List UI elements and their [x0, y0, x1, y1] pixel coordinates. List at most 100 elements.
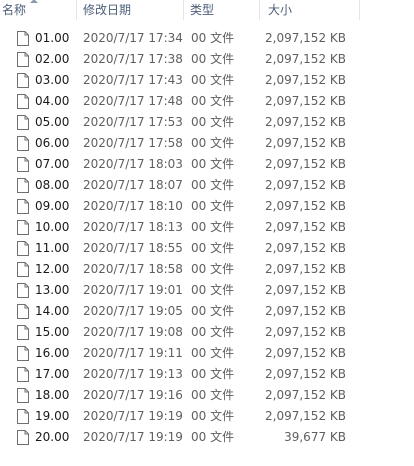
file-row[interactable]: 05.00 2020/7/17 17:53 00 文件 2,097,152 KB — [0, 112, 414, 133]
file-size: 2,097,152 KB — [265, 52, 346, 66]
file-icon — [17, 136, 29, 151]
file-row[interactable]: 20.00 2020/7/17 19:19 00 文件 39,677 KB — [0, 427, 414, 448]
file-size: 2,097,152 KB — [265, 178, 346, 192]
file-type: 00 文件 — [191, 178, 235, 192]
column-header-date[interactable]: 修改日期 — [77, 0, 184, 20]
file-row[interactable]: 08.00 2020/7/17 18:07 00 文件 2,097,152 KB — [0, 175, 414, 196]
column-header-type-label: 类型 — [190, 3, 215, 17]
file-name: 06.00 — [35, 136, 70, 150]
file-modified-date: 2020/7/17 18:58 — [83, 262, 183, 276]
file-type: 00 文件 — [191, 31, 235, 45]
file-size: 2,097,152 KB — [265, 367, 346, 381]
file-row[interactable]: 12.00 2020/7/17 18:58 00 文件 2,097,152 KB — [0, 259, 414, 280]
file-icon — [17, 241, 29, 256]
column-header-date-label: 修改日期 — [83, 3, 132, 17]
file-size: 2,097,152 KB — [265, 346, 346, 360]
file-type: 00 文件 — [191, 346, 235, 360]
file-name: 15.00 — [35, 325, 70, 339]
file-size: 2,097,152 KB — [265, 94, 346, 108]
file-row[interactable]: 15.00 2020/7/17 19:08 00 文件 2,097,152 KB — [0, 322, 414, 343]
file-size: 2,097,152 KB — [265, 220, 346, 234]
file-modified-date: 2020/7/17 18:10 — [83, 199, 183, 213]
file-type: 00 文件 — [191, 409, 235, 423]
file-type: 00 文件 — [191, 241, 235, 255]
file-icon — [17, 94, 29, 109]
file-icon — [17, 157, 29, 172]
file-type: 00 文件 — [191, 367, 235, 381]
file-icon — [17, 367, 29, 382]
file-row[interactable]: 03.00 2020/7/17 17:43 00 文件 2,097,152 KB — [0, 70, 414, 91]
file-modified-date: 2020/7/17 19:19 — [83, 430, 183, 444]
file-row[interactable]: 19.00 2020/7/17 19:19 00 文件 2,097,152 KB — [0, 406, 414, 427]
file-row[interactable]: 16.00 2020/7/17 19:11 00 文件 2,097,152 KB — [0, 343, 414, 364]
column-header-type[interactable]: 类型 — [184, 0, 260, 20]
file-name: 20.00 — [35, 430, 70, 444]
file-row[interactable]: 10.00 2020/7/17 18:13 00 文件 2,097,152 KB — [0, 217, 414, 238]
file-type: 00 文件 — [191, 220, 235, 234]
column-header-size[interactable]: 大小 — [260, 0, 360, 20]
file-type: 00 文件 — [191, 52, 235, 66]
file-type: 00 文件 — [191, 262, 235, 276]
file-size: 2,097,152 KB — [265, 409, 346, 423]
file-row[interactable]: 11.00 2020/7/17 18:55 00 文件 2,097,152 KB — [0, 238, 414, 259]
file-modified-date: 2020/7/17 18:03 — [83, 157, 183, 171]
file-type: 00 文件 — [191, 94, 235, 108]
file-name: 01.00 — [35, 31, 70, 45]
column-header-row: 名称 修改日期 类型 大小 — [0, 0, 414, 20]
file-name: 02.00 — [35, 52, 70, 66]
file-name: 03.00 — [35, 73, 70, 87]
file-size: 39,677 KB — [284, 430, 346, 444]
file-type: 00 文件 — [191, 325, 235, 339]
file-name: 04.00 — [35, 94, 70, 108]
file-size: 2,097,152 KB — [265, 325, 346, 339]
file-row[interactable]: 13.00 2020/7/17 19:01 00 文件 2,097,152 KB — [0, 280, 414, 301]
file-modified-date: 2020/7/17 19:16 — [83, 388, 183, 402]
file-modified-date: 2020/7/17 17:38 — [83, 52, 183, 66]
file-row[interactable]: 14.00 2020/7/17 19:05 00 文件 2,097,152 KB — [0, 301, 414, 322]
file-type: 00 文件 — [191, 388, 235, 402]
file-name: 16.00 — [35, 346, 70, 360]
file-modified-date: 2020/7/17 19:05 — [83, 304, 183, 318]
file-modified-date: 2020/7/17 17:48 — [83, 94, 183, 108]
file-row[interactable]: 02.00 2020/7/17 17:38 00 文件 2,097,152 KB — [0, 49, 414, 70]
file-name: 18.00 — [35, 388, 70, 402]
file-modified-date: 2020/7/17 19:13 — [83, 367, 183, 381]
file-modified-date: 2020/7/17 18:07 — [83, 178, 183, 192]
file-icon — [17, 430, 29, 445]
file-modified-date: 2020/7/17 17:53 — [83, 115, 183, 129]
file-name: 13.00 — [35, 283, 70, 297]
file-row[interactable]: 01.00 2020/7/17 17:34 00 文件 2,097,152 KB — [0, 28, 414, 49]
column-header-name[interactable]: 名称 — [0, 0, 77, 20]
file-icon — [17, 346, 29, 361]
file-icon — [17, 325, 29, 340]
sort-ascending-icon — [30, 0, 38, 3]
file-row[interactable]: 17.00 2020/7/17 19:13 00 文件 2,097,152 KB — [0, 364, 414, 385]
file-modified-date: 2020/7/17 18:13 — [83, 220, 183, 234]
file-explorer-details-view: 名称 修改日期 类型 大小 01.00 2020/7/17 17:34 00 文件 2… — [0, 0, 414, 466]
file-size: 2,097,152 KB — [265, 73, 346, 87]
file-size: 2,097,152 KB — [265, 115, 346, 129]
file-type: 00 文件 — [191, 430, 235, 444]
file-modified-date: 2020/7/17 19:11 — [83, 346, 183, 360]
file-name: 12.00 — [35, 262, 70, 276]
file-row[interactable]: 09.00 2020/7/17 18:10 00 文件 2,097,152 KB — [0, 196, 414, 217]
file-type: 00 文件 — [191, 136, 235, 150]
file-row[interactable]: 07.00 2020/7/17 18:03 00 文件 2,097,152 KB — [0, 154, 414, 175]
file-type: 00 文件 — [191, 115, 235, 129]
file-modified-date: 2020/7/17 19:08 — [83, 325, 183, 339]
file-list: 01.00 2020/7/17 17:34 00 文件 2,097,152 KB 02.… — [0, 28, 414, 448]
file-icon — [17, 52, 29, 67]
file-name: 19.00 — [35, 409, 70, 423]
column-divider[interactable] — [359, 0, 360, 20]
file-row[interactable]: 18.00 2020/7/17 19:16 00 文件 2,097,152 KB — [0, 385, 414, 406]
file-row[interactable]: 06.00 2020/7/17 17:58 00 文件 2,097,152 KB — [0, 133, 414, 154]
file-icon — [17, 73, 29, 88]
file-icon — [17, 178, 29, 193]
file-icon — [17, 31, 29, 46]
file-icon — [17, 409, 29, 424]
file-type: 00 文件 — [191, 73, 235, 87]
file-row[interactable]: 04.00 2020/7/17 17:48 00 文件 2,097,152 KB — [0, 91, 414, 112]
file-type: 00 文件 — [191, 304, 235, 318]
file-type: 00 文件 — [191, 157, 235, 171]
file-size: 2,097,152 KB — [265, 31, 346, 45]
